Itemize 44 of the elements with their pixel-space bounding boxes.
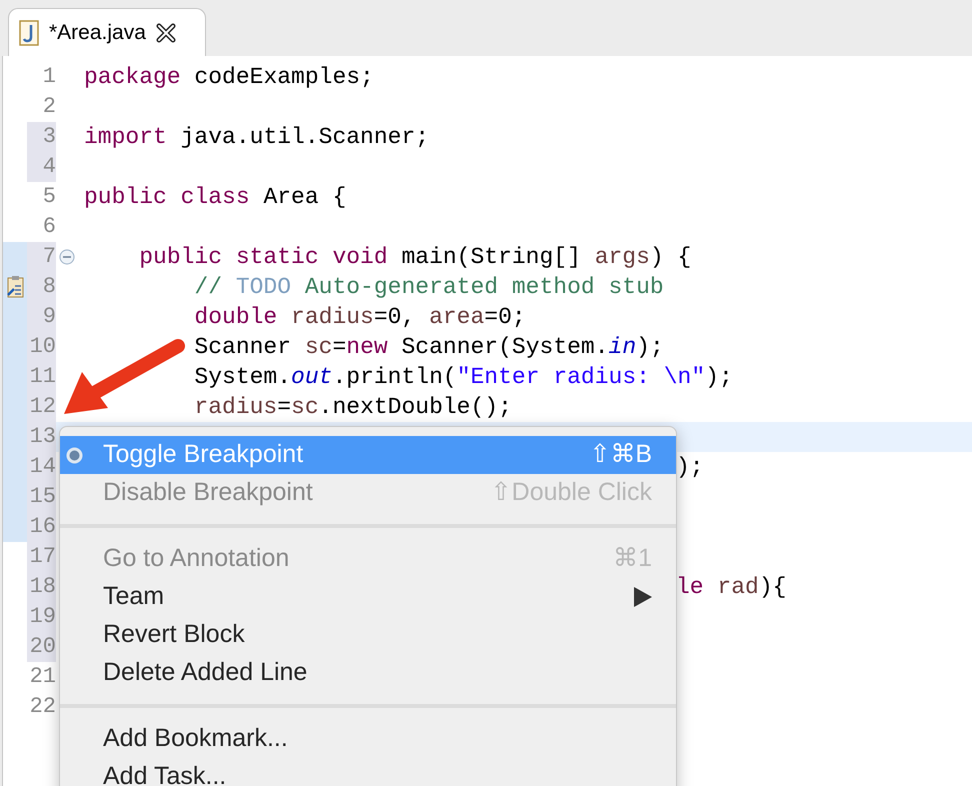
line-number: 5 (42, 186, 56, 208)
code-line: // TODO Auto-generated method stub (193, 276, 664, 298)
ruler-highlight (3, 512, 27, 542)
line-number: 2 (42, 96, 56, 118)
line-number: 4 (42, 156, 56, 178)
line-number: 14 (30, 456, 56, 478)
code-line: public class Area { (84, 186, 346, 208)
line-number: 1 (42, 66, 56, 88)
line-number: 16 (30, 516, 56, 538)
menu-item[interactable]: Add Bookmark... (60, 720, 676, 758)
code-line: double radius=0, area=0; (193, 306, 526, 328)
line-number: 11 (30, 366, 56, 388)
line-number: 8 (42, 276, 56, 298)
line-number: 21 (30, 666, 56, 688)
line-number: 19 (30, 606, 56, 628)
line-number: 17 (30, 546, 56, 568)
line-number: 10 (30, 336, 56, 358)
collapse-icon[interactable] (59, 249, 75, 265)
menu-item[interactable]: Add Task... (60, 758, 676, 786)
line-number: 22 (30, 696, 56, 718)
code-line: Scanner sc=new Scanner(System.in); (193, 336, 664, 358)
code-line: public static void main(String[] args) { (138, 246, 692, 268)
java-file-icon (19, 20, 39, 46)
code-line: ); (676, 456, 704, 478)
line-number: 9 (42, 306, 56, 328)
line-number: 7 (42, 246, 56, 268)
line-number: 15 (30, 486, 56, 508)
line-number: 3 (42, 126, 56, 148)
line-number: 13 (30, 426, 56, 448)
line-number: 20 (30, 636, 56, 658)
code-line: radius=sc.nextDouble(); (193, 396, 512, 418)
code-line: package codeExamples; (84, 66, 374, 88)
tab-title: *Area.java (49, 20, 146, 46)
menu-item[interactable]: Revert Block (60, 616, 676, 654)
close-icon[interactable] (156, 22, 176, 42)
line-number: 6 (42, 216, 56, 238)
editor-tab[interactable]: *Area.java (8, 8, 206, 56)
code-line: System.out.println("Enter radius: \n"); (193, 366, 733, 388)
line-number: 18 (30, 576, 56, 598)
code-line: import java.util.Scanner; (84, 126, 430, 148)
menu-item[interactable]: Team (60, 578, 676, 616)
menu-item[interactable]: Delete Added Line (60, 654, 676, 692)
code-line: le rad){ (676, 576, 786, 598)
line-number: 12 (30, 396, 56, 418)
